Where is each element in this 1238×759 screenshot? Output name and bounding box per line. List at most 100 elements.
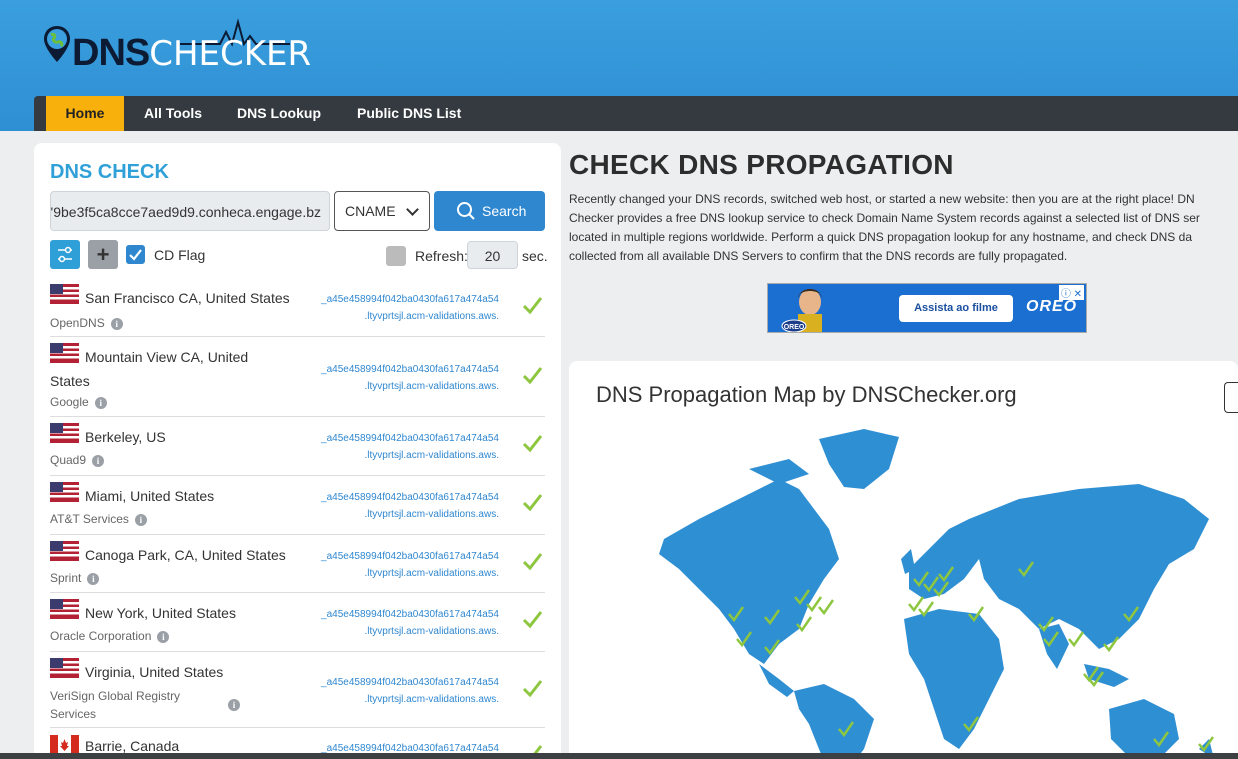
result-line-1: _a45e458994f042ba0430fa617a474a54 [321, 294, 499, 305]
chevron-down-icon [406, 203, 419, 216]
us-flag-icon [50, 284, 79, 304]
map-check-icon [908, 596, 925, 613]
site-header: DNSCHECKER Home All Tools DNS Lookup Pub… [0, 0, 1238, 131]
success-check-icon [522, 435, 543, 453]
server-result: _a45e458994f042ba0430fa617a474a54 .ltyvpr… [321, 674, 499, 708]
map-menu-button[interactable] [1224, 382, 1238, 413]
sliders-icon [58, 246, 72, 263]
map-check-icon [1068, 631, 1085, 648]
server-result: _a45e458994f042ba0430fa617a474a54 .ltyvpr… [321, 361, 499, 395]
checkmark-icon [129, 249, 142, 261]
record-type-value: CNAME [345, 203, 396, 219]
page-description: Recently changed your DNS records, switc… [569, 190, 1238, 266]
map-region-south-america [794, 684, 874, 759]
server-provider: VeriSign Global Registry Services [50, 689, 181, 721]
server-provider: Sprint i [50, 571, 100, 585]
server-location: San Francisco CA, United States [85, 290, 290, 306]
refresh-checkbox[interactable] [386, 246, 406, 266]
dns-check-panel: DNS CHECK '9be3f5ca8cce7aed9d9.conheca.e… [34, 143, 561, 759]
result-line-1: _a45e458994f042ba0430fa617a474a54 [321, 492, 499, 503]
record-type-select[interactable]: CNAME [334, 191, 430, 231]
result-line-1: _a45e458994f042ba0430fa617a474a54 [321, 677, 499, 688]
logo-text: DNSCHECKER [72, 32, 311, 75]
nav-public-dns-list[interactable]: Public DNS List [337, 96, 481, 131]
server-result: _a45e458994f042ba0430fa617a474a54 .ltyvpr… [321, 489, 499, 523]
map-region-africa [904, 609, 1004, 749]
success-check-icon [522, 367, 543, 385]
result-line-2: .ltyvprtsjl.acm-validations.aws. [364, 311, 499, 322]
cd-flag-checkbox[interactable] [126, 245, 145, 264]
nav-dns-lookup[interactable]: DNS Lookup [217, 96, 341, 131]
server-provider: OpenDNS i [50, 316, 123, 330]
server-row: Miami, United States AT&T Services i _a45… [50, 482, 545, 535]
search-button-label: Search [482, 203, 527, 219]
search-icon [457, 202, 475, 220]
us-flag-icon [50, 599, 79, 619]
server-row: Canoga Park, CA, United States Sprint i _… [50, 541, 545, 593]
server-provider-name: AT&T Services [50, 512, 129, 526]
server-row: Berkeley, US Quad9 i _a45e458994f042ba043… [50, 423, 545, 476]
success-check-icon [522, 553, 543, 571]
server-provider-name: Sprint [50, 571, 82, 585]
map-region-australia [1109, 699, 1179, 759]
map-region-central-america [759, 664, 794, 697]
info-icon[interactable]: i [92, 454, 105, 467]
server-location: New York, United States [85, 605, 236, 621]
server-result: _a45e458994f042ba0430fa617a474a54 .ltyvpr… [321, 430, 499, 464]
map-check-icon [818, 599, 835, 616]
description-line: Checker provides a free DNS lookup servi… [569, 211, 1200, 225]
result-line-2: .ltyvprtsjl.acm-validations.aws. [364, 450, 499, 461]
info-icon[interactable]: i [134, 513, 147, 526]
server-provider-name: Oracle Corporation [50, 629, 152, 643]
domain-input-value: '9be3f5ca8cce7aed9d9.conheca.engage.bz [50, 204, 321, 220]
server-row: Virginia, United States VeriSign Global … [50, 658, 545, 728]
info-icon[interactable]: i [157, 630, 170, 643]
info-icon[interactable]: i [94, 396, 107, 409]
us-flag-icon [50, 541, 79, 561]
success-check-icon [522, 494, 543, 512]
info-icon[interactable]: i [87, 572, 100, 585]
domain-input[interactable]: '9be3f5ca8cce7aed9d9.conheca.engage.bz [50, 191, 330, 231]
info-icon[interactable]: i [110, 317, 123, 330]
advanced-options-button[interactable] [50, 240, 80, 269]
plus-icon: + [96, 242, 110, 267]
server-location: Mountain View CA, United States [50, 349, 249, 389]
result-line-2: .ltyvprtsjl.acm-validations.aws. [364, 694, 499, 705]
page-title: CHECK DNS PROPAGATION [569, 149, 954, 180]
nav-all-tools[interactable]: All Tools [124, 96, 222, 131]
logo-checker: CHECKER [149, 34, 312, 74]
description-line: located in multiple regions worldwide. P… [569, 230, 1192, 244]
nav-home[interactable]: Home [46, 96, 124, 131]
map-region-asia [969, 484, 1209, 649]
site-logo[interactable]: DNSCHECKER [40, 18, 311, 78]
success-check-icon [522, 297, 543, 315]
description-line: Recently changed your DNS records, switc… [569, 192, 1195, 206]
server-row: San Francisco CA, United States OpenDNS i… [50, 284, 545, 337]
add-server-button[interactable]: + [88, 240, 118, 269]
server-provider-name: Google [50, 395, 89, 409]
server-provider: Quad9 i [50, 453, 105, 467]
server-provider-name: OpenDNS [50, 316, 105, 330]
result-line-1: _a45e458994f042ba0430fa617a474a54 [321, 609, 499, 620]
sec-label: sec. [522, 248, 548, 264]
propagation-map-card: DNS Propagation Map by DNSChecker.org [569, 361, 1238, 759]
result-line-1: _a45e458994f042ba0430fa617a474a54 [321, 433, 499, 444]
server-provider: AT&T Services i [50, 512, 147, 526]
result-line-2: .ltyvprtsjl.acm-validations.aws. [364, 568, 499, 579]
advertisement-banner[interactable]: OREO Assista ao filme OREO ⓘ ✕ [767, 283, 1087, 333]
info-icon[interactable]: i [228, 699, 240, 711]
ad-choices-icon[interactable]: ⓘ ✕ [1058, 285, 1084, 300]
result-line-2: .ltyvprtsjl.acm-validations.aws. [364, 381, 499, 392]
ad-product-text: OREO [784, 324, 805, 331]
search-button[interactable]: Search [434, 191, 545, 231]
globe-pin-icon [44, 26, 70, 62]
logo-dns: DNS [72, 32, 150, 74]
refresh-interval-input[interactable]: 20 [467, 241, 518, 269]
world-map [659, 429, 1214, 759]
ad-watch-button[interactable]: Assista ao filme [899, 295, 1013, 322]
result-line-2: .ltyvprtsjl.acm-validations.aws. [364, 626, 499, 637]
result-line-1: _a45e458994f042ba0430fa617a474a54 [321, 364, 499, 375]
server-row: Mountain View CA, United States Google i … [50, 343, 545, 417]
server-location: Canoga Park, CA, United States [85, 547, 286, 563]
map-region-arctic-islands [749, 459, 809, 484]
